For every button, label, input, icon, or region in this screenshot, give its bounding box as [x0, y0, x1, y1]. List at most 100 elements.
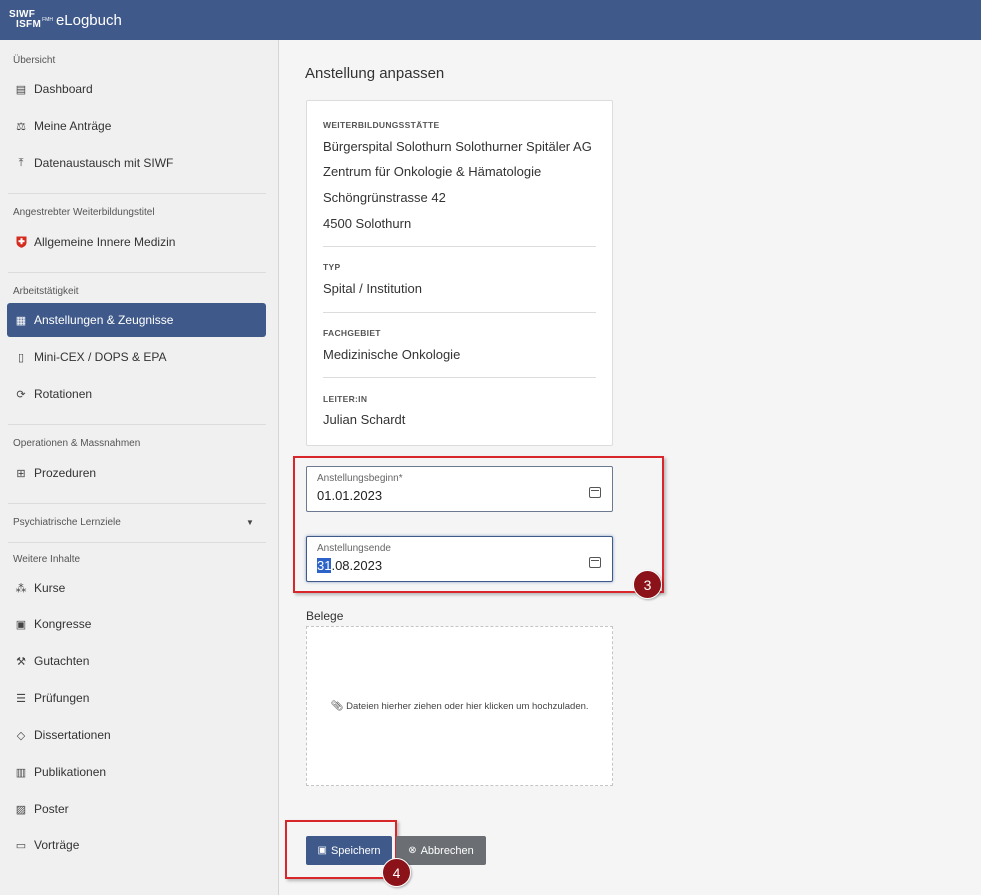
rotate-icon: ⟳: [16, 388, 26, 401]
sidebar-item-pruefungen[interactable]: ☰ Prüfungen: [7, 681, 266, 715]
building-icon: ▦: [15, 314, 27, 327]
section-title-target: Angestrebter Weiterbildungstitel: [13, 207, 155, 218]
upload-icon: ⤒: [18, 156, 24, 169]
end-date-value[interactable]: 31.08.2023: [317, 558, 382, 573]
sidebar-item-poster[interactable]: ▨ Poster: [7, 792, 266, 826]
sidebar-item-rotationen[interactable]: ⟳ Rotationen: [7, 377, 266, 411]
logo-fmh: FMH: [42, 17, 53, 23]
sidebar-item-label: Dissertationen: [34, 728, 111, 742]
sidebar-item-publikationen[interactable]: ▥ Publikationen: [7, 755, 266, 789]
divider: [323, 246, 596, 247]
close-circle-icon: ⊗: [408, 845, 417, 856]
sidebar-item-label: Poster: [34, 802, 69, 816]
cancel-button-label: Abbrechen: [420, 844, 474, 857]
top-bar: SIWF ISFM FMH eLogbuch: [0, 0, 981, 40]
sidebar-item-minicex[interactable]: ▯ Mini-CEX / DOPS & EPA: [7, 340, 266, 374]
cancel-button[interactable]: ⊗ Abbrechen: [396, 836, 486, 865]
site-city: 4500 Solothurn: [323, 216, 412, 231]
end-date-rest: .08.2023: [331, 558, 383, 573]
logo-line2: ISFM: [16, 19, 42, 30]
sidebar-item-label: Vorträge: [34, 838, 80, 852]
divider: [8, 193, 266, 194]
sidebar-item-prozeduren[interactable]: ⊞ Prozeduren: [7, 456, 266, 490]
clipboard-icon: ▯: [17, 351, 25, 364]
selected-day: 31: [317, 558, 332, 573]
sidebar-item-label: Dashboard: [34, 82, 93, 96]
sidebar-item-label: Rotationen: [34, 387, 93, 401]
sidebar-item-dissertationen[interactable]: ◇ Dissertationen: [7, 718, 266, 752]
plus-square-icon: ⊞: [16, 467, 26, 480]
calendar-icon[interactable]: [589, 487, 601, 498]
sidebar-item-kongresse[interactable]: ▣ Kongresse: [7, 607, 266, 641]
checklist-icon: ☰: [16, 692, 26, 705]
employment-info-card: WEITERBILDUNGSSTÄTTE Bürgerspital Soloth…: [306, 100, 613, 446]
sidebar-item-label: Meine Anträge: [34, 119, 112, 133]
divider: [323, 377, 596, 378]
section-title-more: Weitere Inhalte: [13, 554, 81, 565]
start-date-label: Anstellungsbeginn*: [317, 473, 403, 484]
divider: [8, 272, 266, 273]
chevron-down-icon[interactable]: ▼: [246, 518, 254, 527]
head-label: LEITER:IN: [323, 394, 368, 404]
newspaper-icon: ▥: [15, 766, 27, 779]
divider: [323, 312, 596, 313]
graduation-cap-icon: ◇: [16, 729, 26, 742]
site-department: Zentrum für Onkologie & Hämatologie: [323, 164, 542, 179]
dropzone-text: Dateien hierher ziehen oder hier klicken…: [346, 700, 589, 712]
start-date-value[interactable]: 01.01.2023: [317, 488, 382, 503]
sidebar-item-label: Kongresse: [34, 617, 92, 631]
site-street: Schöngrünstrasse 42: [323, 190, 446, 205]
users-icon: ⁂: [15, 582, 27, 595]
sidebar-item-datenaustausch[interactable]: ⤒ Datenaustausch mit SIWF: [7, 146, 266, 180]
type-value: Spital / Institution: [323, 281, 422, 296]
site-name: Bürgerspital Solothurn Solothurner Spitä…: [323, 139, 592, 154]
divider: [8, 424, 266, 425]
save-button-label: Speichern: [330, 844, 381, 857]
paperclip-icon: 📎︎: [330, 700, 344, 712]
start-date-field[interactable]: Anstellungsbeginn* 01.01.2023: [306, 466, 613, 512]
sidebar-item-anstellungen[interactable]: ▦ Anstellungen & Zeugnisse: [7, 303, 266, 337]
page-title: Anstellung anpassen: [305, 65, 445, 82]
sidebar: Übersicht ▤ Dashboard ⚖ Meine Anträge ⤒ …: [0, 40, 279, 895]
section-title-psych[interactable]: Psychiatrische Lernziele: [13, 517, 121, 528]
head-value: Julian Schardt: [323, 412, 406, 427]
app-name: eLogbuch: [55, 11, 122, 29]
sidebar-item-antraege[interactable]: ⚖ Meine Anträge: [7, 109, 266, 143]
sidebar-item-vortraege[interactable]: ▭ Vorträge: [7, 828, 266, 862]
end-date-label: Anstellungsende: [317, 543, 391, 554]
sidebar-item-gutachten[interactable]: ⚒ Gutachten: [7, 644, 266, 678]
section-title-operations: Operationen & Massnahmen: [13, 438, 141, 449]
swiss-shield-icon: [15, 236, 27, 248]
calendar-icon: ▣: [15, 618, 27, 631]
image-icon: ▨: [15, 803, 27, 816]
field-label: FACHGEBIET: [323, 328, 381, 338]
sidebar-item-label: Publikationen: [34, 765, 107, 779]
end-date-field[interactable]: Anstellungsende 31.08.2023: [306, 536, 613, 582]
siwf-logo[interactable]: SIWF ISFM FMH eLogbuch: [9, 10, 122, 30]
sidebar-item-kurse[interactable]: ⁂ Kurse: [7, 571, 266, 605]
step-marker-4: 4: [382, 858, 411, 887]
file-dropzone[interactable]: 📎︎ Dateien hierher ziehen oder hier klic…: [306, 626, 613, 786]
divider: [8, 503, 266, 504]
type-label: TYP: [323, 262, 341, 272]
divider: [8, 542, 266, 543]
save-button[interactable]: ▣ Speichern: [306, 836, 392, 865]
sidebar-item-label: Prozeduren: [34, 466, 97, 480]
sidebar-item-innere-medizin[interactable]: Allgemeine Innere Medizin: [7, 225, 266, 259]
floppy-disk-icon: ▣: [317, 845, 327, 856]
step-marker-3: 3: [633, 570, 662, 599]
sidebar-item-label: Datenaustausch mit SIWF: [34, 156, 174, 170]
dashboard-icon: ▤: [15, 83, 27, 96]
gavel-icon: ⚒: [16, 655, 26, 668]
sidebar-item-dashboard[interactable]: ▤ Dashboard: [7, 72, 266, 106]
calendar-icon[interactable]: [589, 557, 601, 568]
main-content: Anstellung anpassen WEITERBILDUNGSSTÄTTE…: [280, 40, 981, 895]
section-title-psych-label: Psychiatrische Lernziele: [13, 517, 121, 528]
sidebar-item-label: Kurse: [34, 581, 66, 595]
sidebar-item-label: Anstellungen & Zeugnisse: [34, 313, 174, 327]
section-title-work: Arbeitstätigkeit: [13, 286, 79, 297]
belege-label: Belege: [306, 609, 344, 623]
section-title-overview: Übersicht: [13, 55, 56, 66]
sidebar-item-label: Prüfungen: [34, 691, 90, 705]
monitor-icon: ▭: [15, 839, 27, 852]
